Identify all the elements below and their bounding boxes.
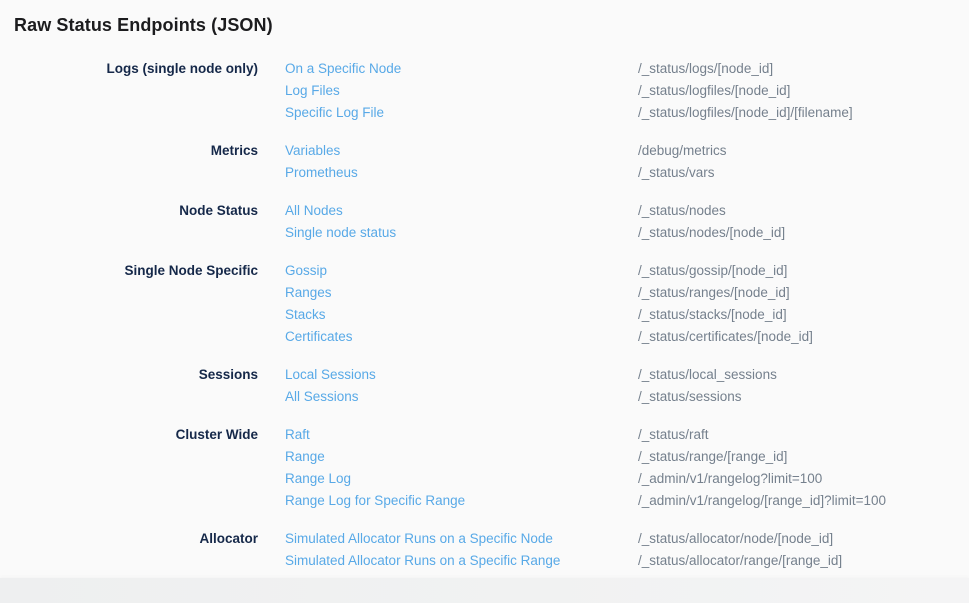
category-label: Node Status <box>179 203 258 218</box>
page-title: Raw Status Endpoints (JSON) <box>14 12 969 38</box>
endpoint-row: Certificates /_status/certificates/[node… <box>285 326 969 348</box>
endpoint-row: Specific Log File /_status/logfiles/[nod… <box>285 102 969 124</box>
endpoint-row: All Nodes /_status/nodes <box>285 200 969 222</box>
endpoint-url: /_status/local_sessions <box>638 364 969 386</box>
endpoint-group: Sessions Local Sessions /_status/local_s… <box>0 364 969 408</box>
endpoint-row: Simulated Allocator Runs on a Specific R… <box>285 550 969 572</box>
endpoint-url: /_admin/v1/rangelog?limit=100 <box>638 468 969 490</box>
category-cell: Allocator <box>0 528 285 550</box>
endpoint-group: Metrics Variables /debug/metrics Prometh… <box>0 140 969 184</box>
endpoint-link[interactable]: Single node status <box>285 222 638 244</box>
endpoint-link[interactable]: Gossip <box>285 260 638 282</box>
category-label: Cluster Wide <box>176 427 258 442</box>
endpoint-url: /_status/raft <box>638 424 969 446</box>
endpoint-link[interactable]: Simulated Allocator Runs on a Specific N… <box>285 528 638 550</box>
endpoint-group: Cluster Wide Raft /_status/raft Range /_… <box>0 424 969 512</box>
endpoint-row: Local Sessions /_status/local_sessions <box>285 364 969 386</box>
endpoint-link[interactable]: All Nodes <box>285 200 638 222</box>
endpoint-url: /_status/certificates/[node_id] <box>638 326 969 348</box>
endpoint-row: Gossip /_status/gossip/[node_id] <box>285 260 969 282</box>
endpoint-link[interactable]: Local Sessions <box>285 364 638 386</box>
endpoint-group: Single Node Specific Gossip /_status/gos… <box>0 260 969 348</box>
endpoint-url: /_status/stacks/[node_id] <box>638 304 969 326</box>
endpoint-link[interactable]: Raft <box>285 424 638 446</box>
endpoint-link[interactable]: Range Log <box>285 468 638 490</box>
endpoint-rows: Local Sessions /_status/local_sessions A… <box>285 364 969 408</box>
endpoint-link[interactable]: Range Log for Specific Range <box>285 490 638 512</box>
endpoint-row: Range /_status/range/[range_id] <box>285 446 969 468</box>
category-label: Logs (single node only) <box>107 61 259 76</box>
endpoint-url: /_status/gossip/[node_id] <box>638 260 969 282</box>
endpoint-row: Range Log /_admin/v1/rangelog?limit=100 <box>285 468 969 490</box>
endpoint-url: /_admin/v1/rangelog/[range_id]?limit=100 <box>638 490 969 512</box>
endpoint-link[interactable]: Ranges <box>285 282 638 304</box>
endpoint-url: /_status/logfiles/[node_id] <box>638 80 969 102</box>
endpoint-link[interactable]: Range <box>285 446 638 468</box>
endpoint-row: Log Files /_status/logfiles/[node_id] <box>285 80 969 102</box>
endpoint-url: /_status/logfiles/[node_id]/[filename] <box>638 102 969 124</box>
endpoint-rows: Variables /debug/metrics Prometheus /_st… <box>285 140 969 184</box>
endpoint-link[interactable]: Prometheus <box>285 162 638 184</box>
endpoint-url: /_status/allocator/range/[range_id] <box>638 550 969 572</box>
debug-endpoints-page: Raw Status Endpoints (JSON) Logs (single… <box>0 0 969 572</box>
endpoint-group: Node Status All Nodes /_status/nodes Sin… <box>0 200 969 244</box>
endpoint-groups: Logs (single node only) On a Specific No… <box>0 58 969 572</box>
endpoint-url: /_status/sessions <box>638 386 969 408</box>
endpoint-link[interactable]: All Sessions <box>285 386 638 408</box>
endpoint-row: Stacks /_status/stacks/[node_id] <box>285 304 969 326</box>
endpoint-rows: All Nodes /_status/nodes Single node sta… <box>285 200 969 244</box>
category-cell: Cluster Wide <box>0 424 285 446</box>
endpoint-group: Allocator Simulated Allocator Runs on a … <box>0 528 969 572</box>
endpoint-link[interactable]: Stacks <box>285 304 638 326</box>
endpoint-url: /_status/allocator/node/[node_id] <box>638 528 969 550</box>
endpoint-row: Raft /_status/raft <box>285 424 969 446</box>
endpoint-link[interactable]: Specific Log File <box>285 102 638 124</box>
endpoint-row: Variables /debug/metrics <box>285 140 969 162</box>
category-cell: Logs (single node only) <box>0 58 285 80</box>
category-cell: Metrics <box>0 140 285 162</box>
endpoint-url: /_status/logs/[node_id] <box>638 58 969 80</box>
category-label: Single Node Specific <box>124 263 258 278</box>
endpoint-link[interactable]: Log Files <box>285 80 638 102</box>
category-label: Metrics <box>211 143 258 158</box>
endpoint-row: Single node status /_status/nodes/[node_… <box>285 222 969 244</box>
category-cell: Single Node Specific <box>0 260 285 282</box>
endpoint-rows: Gossip /_status/gossip/[node_id] Ranges … <box>285 260 969 348</box>
endpoint-link[interactable]: Certificates <box>285 326 638 348</box>
endpoint-link[interactable]: On a Specific Node <box>285 58 638 80</box>
category-label: Allocator <box>199 531 258 546</box>
endpoint-rows: Raft /_status/raft Range /_status/range/… <box>285 424 969 512</box>
category-cell: Node Status <box>0 200 285 222</box>
endpoint-rows: On a Specific Node /_status/logs/[node_i… <box>285 58 969 124</box>
endpoint-rows: Simulated Allocator Runs on a Specific N… <box>285 528 969 572</box>
endpoint-url: /_status/nodes <box>638 200 969 222</box>
endpoint-group: Logs (single node only) On a Specific No… <box>0 58 969 124</box>
endpoint-link[interactable]: Variables <box>285 140 638 162</box>
endpoint-url: /_status/range/[range_id] <box>638 446 969 468</box>
endpoint-row: Ranges /_status/ranges/[node_id] <box>285 282 969 304</box>
endpoint-row: Simulated Allocator Runs on a Specific N… <box>285 528 969 550</box>
endpoint-url: /_status/ranges/[node_id] <box>638 282 969 304</box>
category-label: Sessions <box>199 367 258 382</box>
endpoint-url: /_status/vars <box>638 162 969 184</box>
endpoint-link[interactable]: Simulated Allocator Runs on a Specific R… <box>285 550 638 572</box>
endpoint-url: /_status/nodes/[node_id] <box>638 222 969 244</box>
endpoint-row: Prometheus /_status/vars <box>285 162 969 184</box>
category-cell: Sessions <box>0 364 285 386</box>
endpoint-row: Range Log for Specific Range /_admin/v1/… <box>285 490 969 512</box>
footer-strip <box>0 578 969 603</box>
endpoint-row: On a Specific Node /_status/logs/[node_i… <box>285 58 969 80</box>
endpoint-row: All Sessions /_status/sessions <box>285 386 969 408</box>
endpoint-url: /debug/metrics <box>638 140 969 162</box>
